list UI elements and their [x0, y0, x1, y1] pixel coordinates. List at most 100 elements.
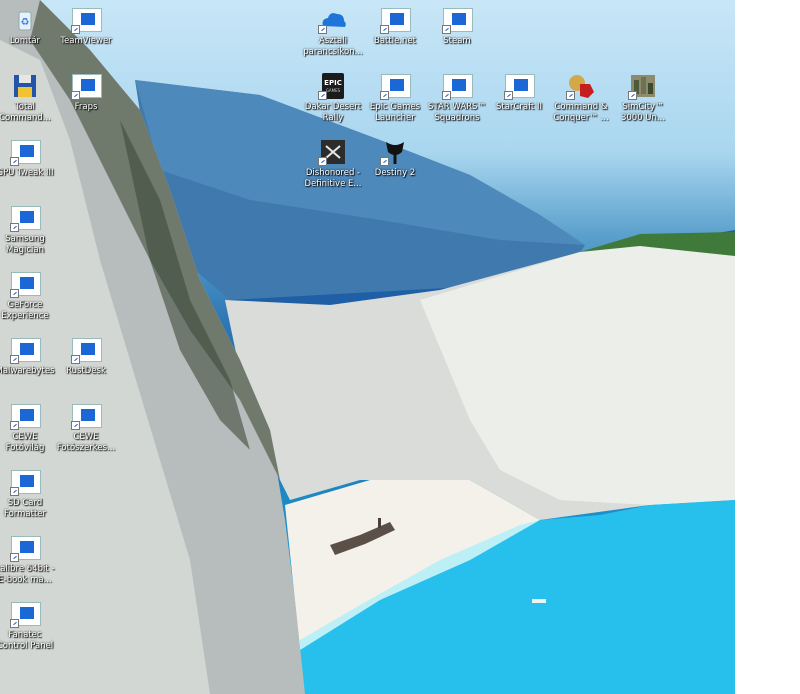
shortcut-arrow-icon [504, 91, 513, 100]
shortcut-arrow-icon [71, 91, 80, 100]
desktop-icon[interactable]: GPU Tweak III [0, 134, 56, 200]
desktop-icon[interactable]: Total Command... [0, 68, 56, 134]
floppy-disk-icon [10, 72, 40, 100]
desktop-icon[interactable]: ♻ Lomtár [0, 2, 56, 68]
shortcut-arrow-icon [10, 421, 19, 430]
desktop-icon[interactable]: Battle.net [364, 2, 426, 68]
shortcut-arrow-icon [10, 355, 19, 364]
shortcut-arrow-icon [10, 619, 19, 628]
desktop-icon[interactable]: Command & Conquer™ ... [550, 68, 612, 134]
destiny-icon [380, 138, 410, 166]
desktop-icon-label: SimCity™ 3000 Un... [620, 102, 666, 123]
desktop-icon-label: RustDesk [66, 366, 106, 376]
app-shortcut-icon [442, 6, 473, 34]
shortcut-arrow-icon [628, 91, 637, 100]
desktop-icon-label: GPU Tweak III [0, 168, 54, 178]
desktop-icon-label: Samsung Magician [5, 234, 45, 255]
desktop-icon[interactable]: Samsung Magician [0, 200, 56, 266]
desktop-icon-label: Command & Conquer™ ... [553, 102, 609, 123]
desktop-icon-label: Dakar Desert Rally [304, 102, 362, 123]
desktop-icon-label: Steam [443, 36, 471, 46]
shortcut-arrow-icon [71, 421, 80, 430]
desktop-icon[interactable]: Asztali parancsikon... [302, 2, 364, 68]
desktop-icon-label: Destiny 2 [374, 168, 416, 178]
shortcut-arrow-icon [71, 25, 80, 34]
desktop-icon[interactable]: Destiny 2 [364, 134, 426, 200]
desktop-icon[interactable]: TeamViewer [55, 2, 117, 68]
desktop-icon-label: Asztali parancsikon... [303, 36, 363, 57]
desktop-icon[interactable]: Dishonored - Definitive E... [302, 134, 364, 200]
desktop-icon-label: SD Card Formatter [3, 498, 46, 519]
app-shortcut-icon [442, 72, 473, 100]
desktop-icon[interactable]: calibre 64bit - E-book ma... [0, 530, 56, 596]
shortcut-arrow-icon [10, 487, 19, 496]
desktop-wallpaper: ♻ Lomtár TeamViewer Asztali parancsikon... B… [0, 0, 735, 694]
desktop-icon-label: GeForce Experience [1, 300, 49, 321]
shortcut-arrow-icon [10, 157, 19, 166]
desktop-icon-label: Lomtár [9, 36, 41, 46]
desktop-icon-label: CEWE Fotószerkes... [56, 432, 116, 453]
app-shortcut-icon [71, 72, 102, 100]
app-shortcut-icon [71, 336, 102, 364]
desktop-icon[interactable]: Epic Games Launcher [364, 68, 426, 134]
desktop-icon[interactable]: SimCity™ 3000 Un... [612, 68, 674, 134]
command-conquer-icon [566, 72, 596, 100]
shortcut-arrow-icon [10, 223, 19, 232]
desktop-icon[interactable]: Steam [426, 2, 488, 68]
app-shortcut-icon [10, 600, 41, 628]
recycle-bin-icon: ♻ [10, 6, 40, 34]
simcity-icon [628, 72, 658, 100]
epic-games-icon: EPIC GAMES [318, 72, 348, 100]
app-shortcut-icon [380, 6, 411, 34]
desktop-icon[interactable]: GeForce Experience [0, 266, 56, 332]
svg-text:GAMES: GAMES [326, 88, 341, 93]
shortcut-arrow-icon [318, 91, 327, 100]
app-shortcut-icon [10, 336, 41, 364]
shortcut-arrow-icon [442, 91, 451, 100]
app-shortcut-icon [10, 138, 41, 166]
desktop-icon[interactable]: Fraps [55, 68, 117, 134]
app-shortcut-icon [10, 534, 41, 562]
shortcut-arrow-icon [380, 91, 389, 100]
onedrive-cloud-icon [318, 6, 348, 34]
shortcut-arrow-icon [566, 91, 575, 100]
desktop-icon-label: Fraps [74, 102, 98, 112]
shortcut-arrow-icon [71, 355, 80, 364]
desktop-icon-label: STAR WARS™ Squadrons [428, 102, 486, 123]
shortcut-arrow-icon [10, 289, 19, 298]
shortcut-arrow-icon [318, 25, 327, 34]
desktop-icon[interactable]: RustDesk [55, 332, 117, 398]
app-shortcut-icon [380, 72, 411, 100]
desktop-icon-label: Dishonored - Definitive E... [304, 168, 362, 189]
desktop-icon-label: calibre 64bit - E-book ma... [0, 564, 55, 585]
desktop-icon[interactable]: STAR WARS™ Squadrons [426, 68, 488, 134]
app-shortcut-icon [71, 6, 102, 34]
desktop-icon-label: CEWE Fotóvilág [5, 432, 45, 453]
shortcut-arrow-icon [380, 157, 389, 166]
desktop-icon[interactable]: Malwarebytes [0, 332, 56, 398]
desktop-icon[interactable]: SD Card Formatter [0, 464, 56, 530]
desktop-icon[interactable]: EPIC GAMES Dakar Desert Rally [302, 68, 364, 134]
desktop-icon[interactable]: Fanatec Control Panel [0, 596, 56, 662]
desktop-icon-label: Battle.net [374, 36, 416, 46]
desktop-icon[interactable]: CEWE Fotószerkes... [55, 398, 117, 464]
shortcut-arrow-icon [380, 25, 389, 34]
svg-text:EPIC: EPIC [324, 79, 342, 87]
desktop-icon-label: TeamViewer [60, 36, 112, 46]
shortcut-arrow-icon [318, 157, 327, 166]
app-shortcut-icon [10, 270, 41, 298]
desktop-icon-label: Malwarebytes [0, 366, 55, 376]
app-shortcut-icon [10, 204, 41, 232]
desktop-icon[interactable]: StarCraft II [488, 68, 550, 134]
app-shortcut-icon [71, 402, 102, 430]
app-shortcut-icon [504, 72, 535, 100]
app-shortcut-icon [10, 402, 41, 430]
shortcut-arrow-icon [10, 553, 19, 562]
desktop-icon-label: Fanatec Control Panel [0, 630, 54, 651]
shortcut-arrow-icon [442, 25, 451, 34]
svg-text:♻: ♻ [21, 17, 30, 28]
desktop-icon[interactable]: CEWE Fotóvilág [0, 398, 56, 464]
app-shortcut-icon [10, 468, 41, 496]
desktop-icon-label: StarCraft II [496, 102, 542, 112]
desktop-icon-label: Epic Games Launcher [369, 102, 421, 123]
